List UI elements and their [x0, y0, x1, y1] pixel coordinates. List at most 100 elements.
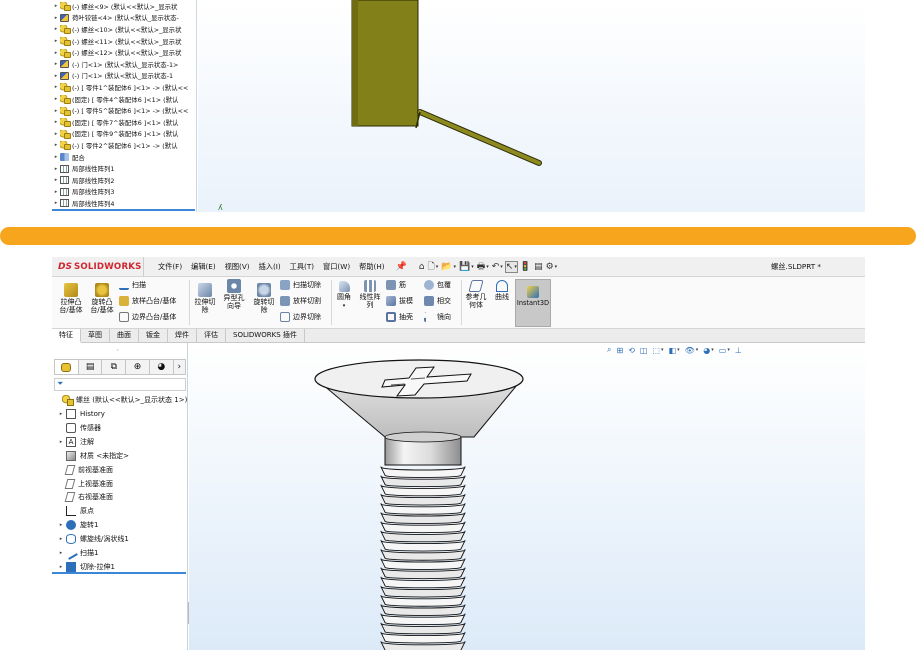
expand-arrow-icon[interactable]: ▸: [52, 108, 60, 114]
expand-arrow-icon[interactable]: ▸: [52, 131, 60, 137]
zoom-area-icon[interactable]: ⊞: [616, 346, 623, 355]
assembly-tree-item[interactable]: ▸ 局部线性阵列1: [52, 163, 197, 175]
dimxpert-manager-tab-icon[interactable]: ⊕: [126, 360, 150, 374]
undo-icon[interactable]: ↶ ▾: [492, 262, 503, 272]
expand-arrow-icon[interactable]: ▸: [52, 154, 60, 160]
menu-item[interactable]: 编辑(E): [191, 262, 216, 272]
command-tab[interactable]: 特征: [52, 329, 81, 343]
menu-item[interactable]: 窗口(W): [323, 262, 350, 272]
expand-arrow-icon[interactable]: ▸: [52, 96, 60, 102]
feature-tree-item[interactable]: ▸ 扫描1: [56, 546, 192, 560]
expand-arrow-icon[interactable]: ▸: [52, 84, 60, 90]
expand-arrow-icon[interactable]: ▸: [52, 73, 60, 79]
view-orientation-icon[interactable]: ⬚ ▾: [652, 346, 663, 355]
loft-cut-button[interactable]: 放样切割: [280, 296, 321, 306]
assembly-tree-item[interactable]: ▸ 荷叶铰链<4> (默认<默认_显示状态-: [52, 12, 197, 24]
file-properties-icon[interactable]: ▤: [534, 262, 543, 272]
wrap-button[interactable]: 包覆: [424, 280, 451, 290]
feature-tree-item[interactable]: ▸ 旋转1: [56, 518, 192, 532]
expand-arrow-icon[interactable]: ▸: [52, 189, 60, 195]
expand-arrow-icon[interactable]: ▸: [52, 200, 60, 206]
draft-button[interactable]: 拔模: [386, 296, 413, 306]
loft-boss-button[interactable]: 放样凸台/基体: [119, 296, 176, 306]
command-tab[interactable]: 曲面: [110, 329, 139, 343]
rib-button[interactable]: 筋: [386, 280, 406, 290]
previous-view-icon[interactable]: ⟲: [628, 346, 635, 355]
expand-arrow-icon[interactable]: ▸: [52, 38, 60, 44]
assembly-tree-item[interactable]: ▸ (-) 螺丝<9> (默认<<默认>_显示状: [52, 1, 197, 13]
instant3d-button[interactable]: Instant3D: [515, 279, 551, 327]
home-icon[interactable]: ⌂: [419, 262, 425, 272]
extrude-boss-button[interactable]: 拉伸凸 台/基体: [56, 283, 86, 314]
print-icon[interactable]: 🖶 ▾: [477, 259, 489, 275]
section-view-icon[interactable]: ◫: [640, 346, 648, 355]
command-tab[interactable]: 钣金: [139, 329, 168, 343]
feature-tree-item[interactable]: 原点: [56, 504, 192, 518]
boundary-cut-button[interactable]: 边界切除: [280, 312, 321, 322]
display-style-icon[interactable]: ◧ ▾: [669, 346, 680, 355]
filter-icon[interactable]: ⏷: [54, 378, 186, 391]
options-gear-icon[interactable]: ⚙ ▾: [546, 262, 558, 272]
revolve-boss-button[interactable]: 旋转凸 台/基体: [87, 283, 117, 314]
expand-arrow-icon[interactable]: ▸: [56, 564, 66, 570]
reference-geometry-button[interactable]: 参考几 何体: [463, 280, 489, 309]
feature-tree-root[interactable]: 螺丝 (默认<<默认>_显示状态 1>): [52, 393, 188, 407]
display-manager-tab-icon[interactable]: ◕: [150, 360, 174, 374]
configuration-manager-tab-icon[interactable]: ⧉: [102, 360, 127, 374]
feature-tree-item[interactable]: 材质 <未指定>: [56, 449, 192, 463]
expand-arrow-icon[interactable]: ▸: [52, 26, 60, 32]
assembly-tree-item[interactable]: ▸ (固定) [ 零件9^装配体6 ]<1> (默认: [52, 128, 197, 140]
feature-tree-item[interactable]: 传感器: [56, 421, 192, 435]
expand-arrow-icon[interactable]: ▸: [56, 439, 66, 445]
expand-arrow-icon[interactable]: ▸: [56, 536, 66, 542]
feature-tree-item[interactable]: ▸ A 注解: [56, 435, 192, 449]
hole-wizard-button[interactable]: 异型孔 向导: [220, 279, 248, 310]
fillet-button[interactable]: 圆角 ▾: [334, 281, 354, 310]
assembly-tree-item[interactable]: ▸ 局部线性阵列4: [52, 198, 197, 210]
solidworks-logo[interactable]: DS SOLIDWORKS: [52, 257, 144, 277]
menu-item[interactable]: 视图(V): [225, 262, 250, 272]
assembly-tree-item[interactable]: ▸ (-) [ 零件2^装配体6 ]<1> -> (默认: [52, 140, 197, 152]
zoom-to-fit-icon[interactable]: ⌕: [607, 345, 611, 355]
feature-tree-item[interactable]: 右视基准面: [56, 490, 192, 504]
linear-pattern-button[interactable]: 线性阵 列: [357, 280, 383, 309]
sweep-button[interactable]: 扫描: [119, 280, 146, 290]
command-tab[interactable]: 焊件: [168, 329, 197, 343]
command-tab[interactable]: 评估: [197, 329, 226, 343]
assembly-tree-item[interactable]: ▸ (-) 螺丝<12> (默认<<默认>_显示状: [52, 47, 197, 59]
expand-arrow-icon[interactable]: ▸: [52, 142, 60, 148]
property-manager-tab-icon[interactable]: ▤: [79, 360, 103, 374]
expand-arrow-icon[interactable]: ▸: [52, 119, 60, 125]
expand-arrow-icon[interactable]: ▸: [52, 61, 60, 67]
expand-arrow-icon[interactable]: ▸: [52, 3, 60, 9]
open-folder-icon[interactable]: 📂 ▾: [441, 262, 456, 272]
view-settings-icon[interactable]: ▭ ▾: [719, 346, 730, 355]
assembly-tree-item[interactable]: ▸ (-) 螺丝<11> (默认<<默认>_显示状: [52, 35, 197, 47]
panel-drag-handle[interactable]: ◦: [116, 347, 120, 354]
expand-arrow-icon[interactable]: ▸: [52, 166, 60, 172]
assembly-tree-item[interactable]: ▸ (固定) [ 零件4^装配体6 ]<1> (默认: [52, 93, 197, 105]
expand-arrow-icon[interactable]: ▸: [52, 50, 60, 56]
assembly-feature-tree[interactable]: ▸ (-) 螺丝<9> (默认<<默认>_显示状 ▸ 荷叶铰链<4> (默认<默认_显…: [52, 0, 197, 212]
expand-arrow-icon[interactable]: ▸: [56, 411, 66, 417]
pin-icon[interactable]: 📌: [396, 262, 407, 272]
feature-manager-tab-icon[interactable]: [55, 360, 79, 374]
expand-arrow-icon[interactable]: ▸: [52, 15, 60, 21]
assembly-viewport[interactable]: ʎ: [198, 0, 865, 212]
assembly-tree-item[interactable]: ▸ 配合: [52, 151, 197, 163]
command-tab[interactable]: 草图: [81, 329, 110, 343]
assembly-tree-item[interactable]: ▸ (-) [ 零件5^装配体6 ]<1> -> (默认<<: [52, 105, 197, 117]
curves-button[interactable]: 曲线: [492, 280, 512, 301]
menu-item[interactable]: 工具(T): [290, 262, 314, 272]
boundary-boss-button[interactable]: 边界凸台/基体: [119, 312, 176, 322]
feature-tree-item[interactable]: 上视基准面: [56, 477, 192, 491]
part-viewport[interactable]: ⌕ ⊞ ⟲ ◫ ⬚ ▾ ◧ ▾ 👁 ▾ ◕ ▾ ▭ ▾ ⊥: [189, 343, 865, 650]
rebuild-traffic-light-icon[interactable]: 🚦: [520, 262, 531, 272]
expand-arrow-icon[interactable]: ▸: [56, 522, 66, 528]
mirror-button[interactable]: 镜向: [424, 312, 451, 322]
hide-show-items-icon[interactable]: 👁 ▾: [685, 346, 699, 355]
panel-expand-arrow-icon[interactable]: ›: [174, 360, 185, 374]
menu-item[interactable]: 插入(I): [259, 262, 281, 272]
shell-button[interactable]: 抽壳: [386, 312, 413, 322]
assembly-tree-item[interactable]: ▸ 局部线性阵列2: [52, 175, 197, 187]
